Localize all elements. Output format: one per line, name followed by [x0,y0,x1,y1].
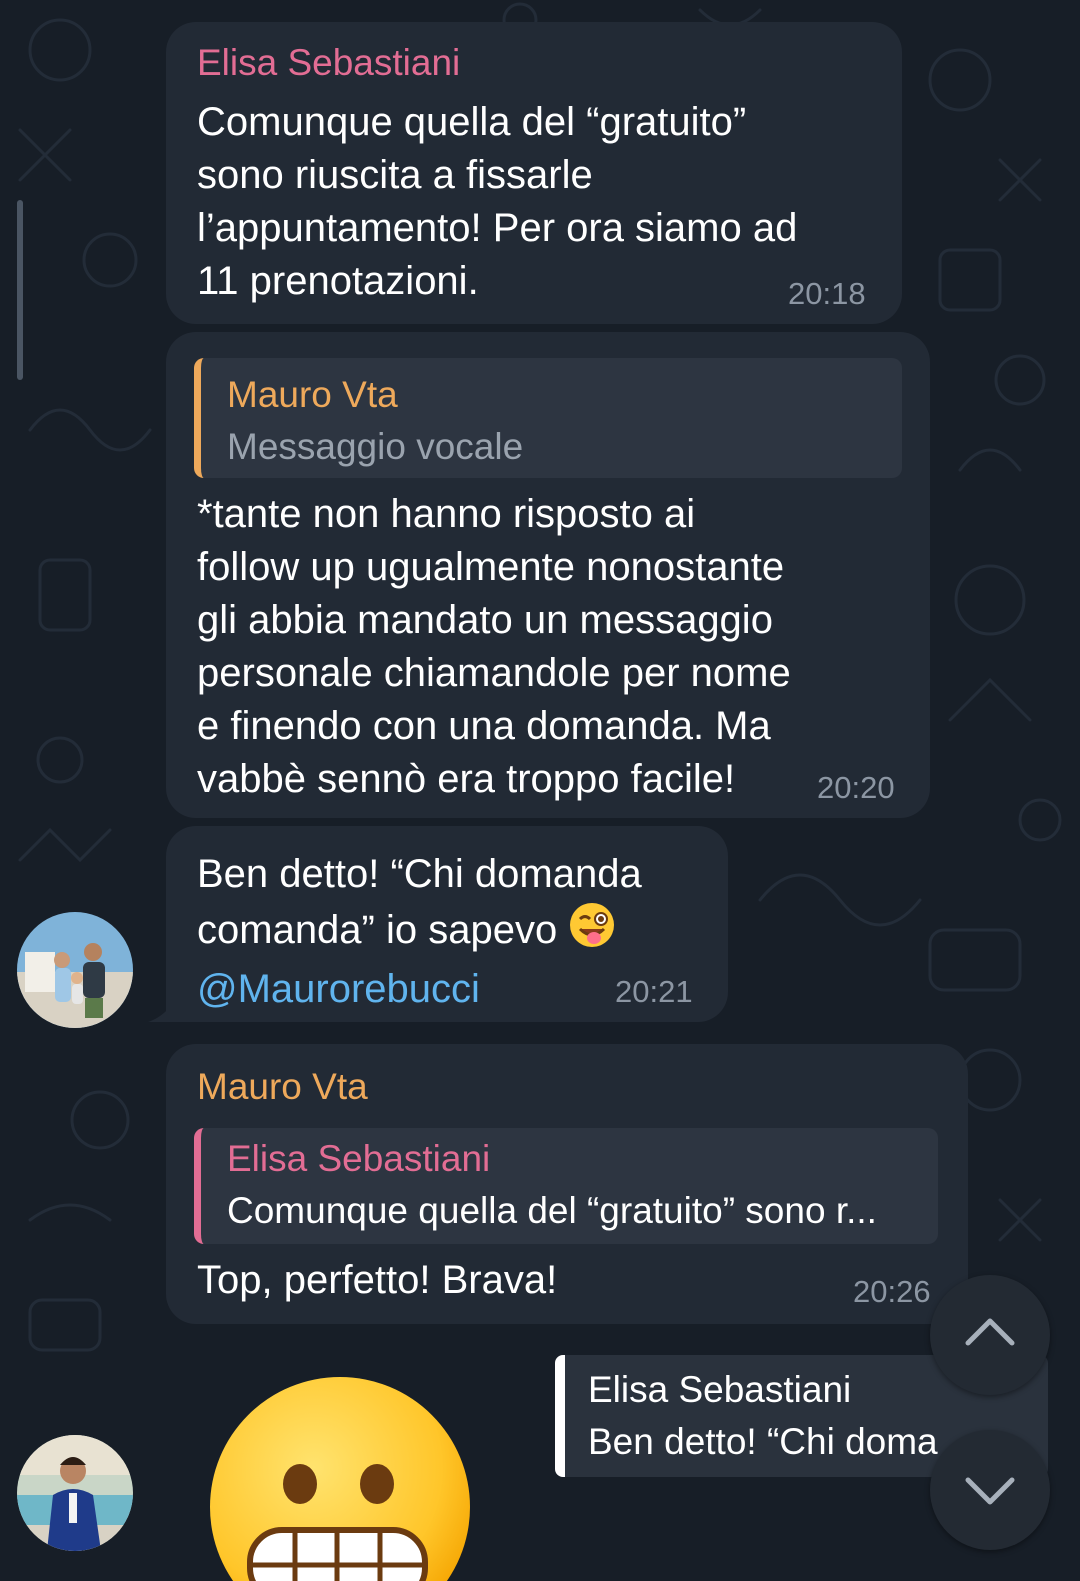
message-time: 20:26 [853,1274,931,1309]
message-time: 20:18 [788,276,866,311]
reply-quote-sender: Mauro Vta [227,374,398,415]
reply-quote-preview: Comunque quella del “gratuito” sono r... [227,1190,877,1231]
message-text: Comunque quella del “gratuito” sono rius… [197,100,798,303]
message-time: 20:20 [817,770,895,805]
avatar[interactable] [17,912,133,1028]
message-bubble[interactable]: Ben detto! “Chi domanda comanda” io sape… [166,826,728,1022]
avatar-photo [17,912,133,1028]
message-bubble[interactable]: Mauro Vta Messaggio vocale *tante non ha… [166,332,930,818]
chevron-down-icon [965,1477,1015,1505]
message-text: Ben detto! “Chi domanda comanda” io sape… [197,848,717,1069]
scroll-up-button[interactable] [930,1275,1050,1395]
message-bubble[interactable]: Elisa Sebastiani Comunque quella del “gr… [166,22,902,324]
scroll-indicator[interactable] [17,200,23,380]
reply-preview-text: Ben detto! “Chi doma [588,1421,938,1462]
message-text: *tante non hanno risposto ai follow up u… [197,492,791,801]
message-bubble[interactable]: Mauro Vta Elisa Sebastiani Comunque quel… [166,1044,968,1324]
reply-quote[interactable]: Mauro Vta Messaggio vocale [194,358,902,478]
message-time: 20:21 [615,974,693,1009]
bubble-tail [148,996,178,1022]
message-sender[interactable]: Mauro Vta [197,1064,368,1110]
avatar-photo [17,1435,133,1551]
reply-quote-sender: Elisa Sebastiani [227,1138,491,1179]
message-text: Top, perfetto! Brava! [197,1258,558,1302]
reply-quote-preview: Messaggio vocale [227,426,524,467]
message-sender[interactable]: Elisa Sebastiani [197,40,460,86]
chevron-up-icon [965,1318,1015,1346]
winking-face-with-tongue-icon [568,901,616,963]
grimacing-face-icon [210,1377,470,1581]
scroll-down-button[interactable] [930,1430,1050,1550]
reply-preview-sender: Elisa Sebastiani [588,1369,852,1410]
sticker[interactable] [205,1372,475,1581]
reply-quote[interactable]: Elisa Sebastiani Comunque quella del “gr… [194,1128,938,1244]
avatar[interactable] [17,1435,133,1551]
